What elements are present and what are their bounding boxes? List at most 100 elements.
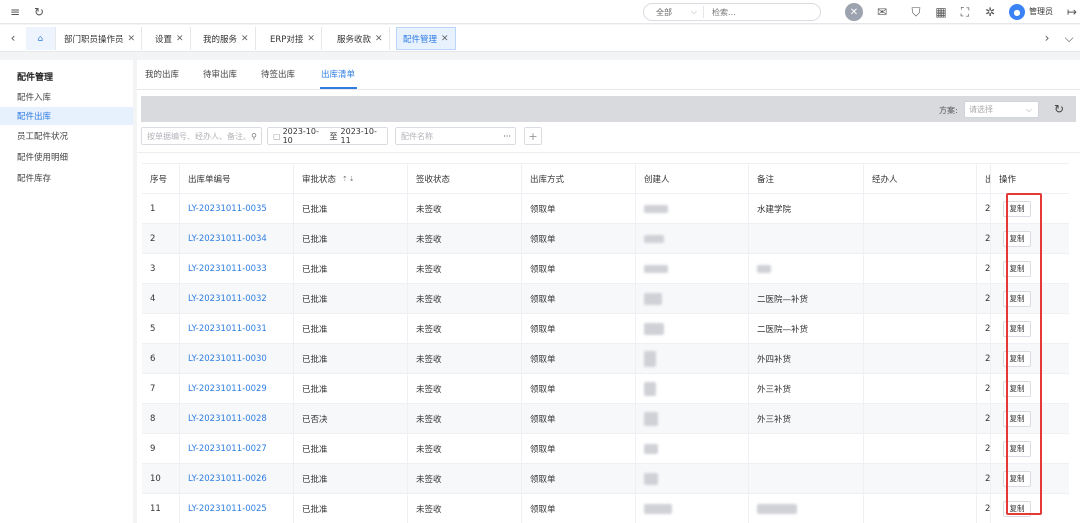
home-tab[interactable]: ⌂ [26,27,56,50]
no-cell: 8 [142,404,179,433]
approval-cell: 已批准 [293,434,407,463]
sort-icon[interactable]: ⇡⇣ [342,175,356,183]
tab-settings[interactable]: 设置 ✕ [149,27,191,50]
table-row: 5 LY-20231011-0031 已批准 未签收 领取单 二医院—补货 2 复制 [142,314,1069,344]
sidebar-item-parts-out[interactable]: 配件出库 [0,107,133,125]
sign-cell: 未签收 [407,314,521,343]
creator-cell [635,434,748,463]
tab-staff-operators[interactable]: 部门职员操作员 ✕ [58,27,143,50]
code-cell: LY-20231011-0032 [179,284,293,313]
no-text: 9 [150,443,156,454]
code-text[interactable]: LY-20231011-0028 [188,414,267,424]
add-filter-button[interactable]: + [524,127,542,145]
subtab-out-list[interactable]: 出库清单 [321,68,355,80]
approval-cell: 已批准 [293,224,407,253]
tab-erp[interactable]: ERP对接 ✕ [264,27,322,50]
tabs-bar: ‹ ⌂ 部门职员操作员 ✕ 设置 ✕ 我的服务 ✕ ERP对接 ✕ 服务收款 ✕ 配件管理… [0,25,1080,52]
more-icon[interactable]: ··· [503,132,511,141]
code-text[interactable]: LY-20231011-0029 [188,384,267,394]
handler-cell [863,344,976,373]
sidebar-item-parts-in[interactable]: 配件入库 [0,88,133,106]
creator-cell [635,374,748,403]
remark-cell [748,224,863,253]
subtab-pending-approval[interactable]: 待审出库 [203,68,237,80]
menu-icon[interactable]: ≡ [6,3,24,21]
date-range-picker[interactable]: ▢ 2023-10-10 至 2023-10-11 [267,127,388,145]
code-text[interactable]: LY-20231011-0032 [188,294,267,304]
username[interactable]: 管理员 [1029,6,1053,17]
keyword-search-input[interactable]: 按单据编号、经办人、备注、 ⚲ [141,127,262,145]
close-icon[interactable]: ✕ [441,34,449,44]
refresh-icon[interactable]: ↻ [30,3,48,21]
mail-icon[interactable]: ✉ [873,3,891,21]
gear-icon[interactable]: ✲ [981,3,999,21]
no-text: 6 [150,353,156,364]
copy-button[interactable]: 复制 [1003,350,1031,367]
part-name-input[interactable]: 配件名称 ··· [395,127,516,145]
sign-cell: 未签收 [407,344,521,373]
user-avatar[interactable]: ● [1009,4,1025,20]
code-text[interactable]: LY-20231011-0033 [188,264,267,274]
code-text[interactable]: LY-20231011-0026 [188,474,267,484]
copy-button[interactable]: 复制 [1003,320,1031,337]
tabs-prev-icon[interactable]: ‹ [4,29,22,47]
grid-icon[interactable]: ▦ [932,3,950,21]
refresh-icon[interactable]: ↻ [1054,102,1064,116]
redacted-remark [757,264,771,273]
code-text[interactable]: LY-20231011-0031 [188,324,267,334]
column-header[interactable]: 审批状态 ⇡⇣ [293,164,407,193]
search-input[interactable] [704,7,804,17]
close-icon[interactable]: ✕ [241,34,249,44]
tab-service-payment[interactable]: 服务收款 ✕ [331,27,390,50]
fullscreen-icon[interactable]: ⛶ [956,3,974,21]
tab-label: 服务收款 [337,34,372,45]
copy-button[interactable]: 复制 [1003,290,1031,307]
copy-button[interactable]: 复制 [1003,260,1031,277]
code-text[interactable]: LY-20231011-0030 [188,354,267,364]
close-icon[interactable]: ✕ [176,34,184,44]
copy-button[interactable]: 复制 [1003,470,1031,487]
tab-parts-management[interactable]: 配件管理 ✕ [396,27,456,50]
copy-button[interactable]: 复制 [1003,440,1031,457]
sidebar-item-staff-parts[interactable]: 员工配件状况 [0,127,133,145]
sign-text: 未签收 [416,384,442,395]
plan-select[interactable]: 请选择 ⌵ [964,101,1039,118]
copy-button[interactable]: 复制 [1003,500,1031,517]
copy-button[interactable]: 复制 [1003,380,1031,397]
search-scope-select[interactable]: 全部 ⌵ [644,6,704,18]
subtab-pending-sign[interactable]: 待签出库 [261,68,295,80]
no-cell: 2 [142,224,179,253]
approval-text: 已批准 [302,444,328,455]
close-icon[interactable]: ✕ [375,34,383,44]
copy-button[interactable]: 复制 [1003,410,1031,427]
method-cell: 领取单 [521,374,635,403]
no-cell: 6 [142,344,179,373]
code-text[interactable]: LY-20231011-0035 [188,204,267,214]
close-icon[interactable]: ✕ [128,34,136,44]
creator-cell [635,404,748,433]
remark-cell [748,494,863,523]
code-cell: LY-20231011-0031 [179,314,293,343]
tabs-next-icon[interactable]: › [1038,29,1056,47]
action-cell: 复制 [990,464,1069,493]
logout-icon[interactable]: ↦ [1063,3,1080,21]
action-cell: 复制 [990,434,1069,463]
table-header: 序号 出库单编号 审批状态 ⇡⇣ 签收状态 出库方式 创建人 备注 经办人 出操作 [142,163,1069,194]
tab-my-services[interactable]: 我的服务 ✕ [197,27,256,50]
close-icon[interactable]: ✕ [307,34,315,44]
tools-icon[interactable]: ✕ [845,3,863,21]
code-cell: LY-20231011-0027 [179,434,293,463]
sidebar-item-parts-usage[interactable]: 配件使用明细 [0,148,133,166]
code-text[interactable]: LY-20231011-0027 [188,444,267,454]
sidebar-item-parts-stock[interactable]: 配件库存 [0,169,133,187]
subtab-my-out[interactable]: 我的出库 [145,68,179,80]
copy-button[interactable]: 复制 [1003,200,1031,217]
remark-cell: 水建学院 [748,194,863,223]
code-text[interactable]: LY-20231011-0025 [188,504,267,514]
method-text: 领取单 [530,384,556,395]
copy-button[interactable]: 复制 [1003,230,1031,247]
chevron-down-icon[interactable]: ⌵ [1060,29,1078,47]
code-text[interactable]: LY-20231011-0034 [188,234,267,244]
shield-icon[interactable]: ⛉ [907,3,925,21]
search-icon[interactable]: ⚲ [251,132,257,141]
